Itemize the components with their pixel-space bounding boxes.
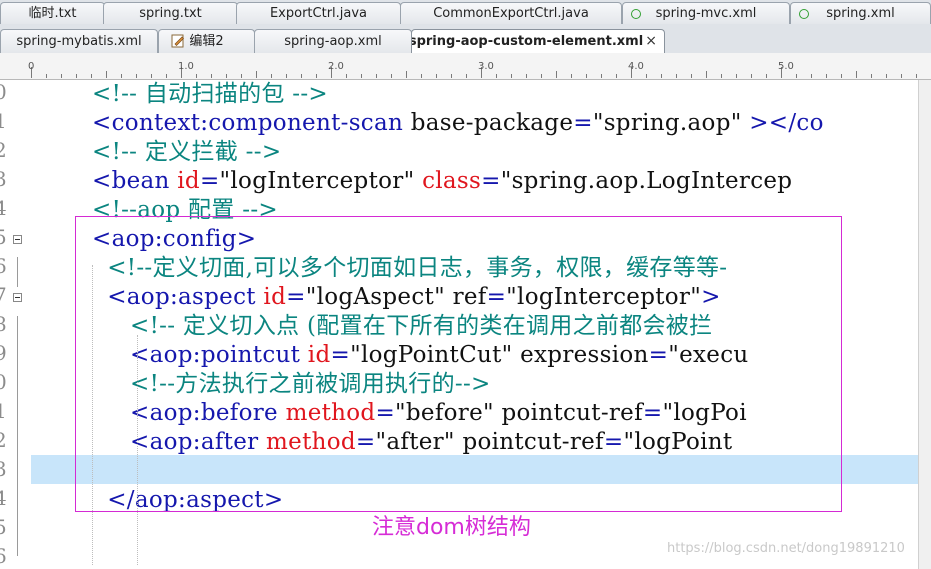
edit-icon xyxy=(171,34,184,48)
code-token-com: <!-- 自动扫描的包 --> xyxy=(92,81,328,107)
code-token-val: "logInterceptor" xyxy=(219,168,423,194)
tab-label: spring-mvc.xml xyxy=(655,6,757,21)
ruler-label: 5.0 xyxy=(778,61,794,72)
indent-guide xyxy=(137,335,138,565)
ruler-label: 2.0 xyxy=(328,61,344,72)
line-number: 4 xyxy=(0,486,7,510)
line-number: 5 xyxy=(0,515,7,539)
code-editor[interactable]: 01234567890123456 <!-- 自动扫描的包 --> <contex… xyxy=(0,80,931,569)
tab-row1-1[interactable]: 临时.txt xyxy=(0,2,105,24)
annotation-note: 注意dom树结构 xyxy=(372,515,531,540)
ruler-label: 4.0 xyxy=(628,61,644,72)
tab-bar-row-1: 临时.txt spring.txt ExportCtrl.java CommonExp… xyxy=(0,0,931,27)
tab-row2-3[interactable]: spring-aop.xml xyxy=(254,29,412,53)
code-token-attr: class xyxy=(422,168,482,194)
tab-row1-3[interactable]: ExportCtrl.java xyxy=(236,2,401,24)
code-token-attr: id xyxy=(177,168,200,194)
line-number: 0 xyxy=(0,80,7,104)
tab-label: spring-aop-custom-element.xml xyxy=(411,34,644,49)
tab-row1-2[interactable]: spring.txt xyxy=(103,2,238,24)
line-number: 1 xyxy=(0,399,7,423)
code-token-tag: = xyxy=(481,168,501,194)
code-line: <!-- 定义拦截 --> xyxy=(92,138,281,167)
line-number: 8 xyxy=(0,312,7,336)
code-token-tag: ></co xyxy=(749,110,824,136)
code-token-tag: = xyxy=(573,110,593,136)
code-token-val: "spring.aop" xyxy=(592,110,750,136)
line-number: 9 xyxy=(0,341,7,365)
line-number-gutter: 0 1 2 3 4 5 6 7 8 9 0 1 2 3 4 5 6 xyxy=(0,80,22,569)
fold-toggle-icon[interactable] xyxy=(13,293,22,302)
line-number: 3 xyxy=(0,457,7,481)
tab-bar-row-2: spring-mybatis.xml 编辑2 spring-aop.xml sprin… xyxy=(0,26,931,54)
tab-row1-4[interactable]: CommonExportCtrl.java xyxy=(400,2,622,24)
ruler-label: 1.0 xyxy=(178,61,194,72)
indent-guide xyxy=(92,265,93,565)
line-number: 0 xyxy=(0,370,7,394)
line-number: 1 xyxy=(0,109,7,133)
line-number: 2 xyxy=(0,428,7,452)
tab-row1-5[interactable]: spring-mvc.xml xyxy=(622,2,790,24)
line-number: 6 xyxy=(0,544,7,568)
tab-row1-6[interactable]: spring.xml xyxy=(790,2,931,24)
tab-label: spring.xml xyxy=(826,6,895,21)
line-number: 5 xyxy=(0,225,7,249)
ruler-label: 3.0 xyxy=(478,61,494,72)
tab-label: 编辑2 xyxy=(189,34,224,49)
watermark: https://blog.csdn.net/dong19891210 xyxy=(667,541,905,556)
line-number: 3 xyxy=(0,167,7,191)
line-number: 4 xyxy=(0,196,7,220)
tab-label: 临时.txt xyxy=(28,6,77,21)
ruler-label: 0 xyxy=(28,61,35,72)
fold-toggle-icon[interactable] xyxy=(13,235,22,244)
circle-icon xyxy=(631,9,641,19)
circle-icon xyxy=(799,9,809,19)
tab-row2-1[interactable]: spring-mybatis.xml xyxy=(0,29,158,53)
line-number: 7 xyxy=(0,283,7,307)
code-token-tag: <bean xyxy=(92,168,178,194)
tab-label: CommonExportCtrl.java xyxy=(433,6,589,21)
close-tab-button[interactable]: × xyxy=(645,30,657,53)
code-token-tag: = xyxy=(199,168,220,194)
tab-row2-2[interactable]: 编辑2 xyxy=(158,29,255,53)
code-line: <!-- 自动扫描的包 --> xyxy=(92,80,328,109)
vertical-scrollbar[interactable] xyxy=(918,80,931,569)
ruler: 0 1.0 2.0 3.0 4.0 5.0 xyxy=(0,53,931,80)
code-line: <context:component-scan base-package="sp… xyxy=(92,109,824,138)
line-number: 2 xyxy=(0,138,7,162)
fold-guide-line xyxy=(17,257,18,287)
tab-row2-4[interactable]: spring-aop-custom-element.xml × xyxy=(411,29,665,53)
code-token-tag: <context:component-scan xyxy=(92,110,411,136)
tab-label: spring-mybatis.xml xyxy=(16,34,142,49)
code-token-val: "spring.aop.LogIntercep xyxy=(500,168,793,194)
code-line: <bean id="logInterceptor" class="spring.… xyxy=(92,167,792,196)
tab-label: spring-aop.xml xyxy=(284,34,382,49)
annotation-box xyxy=(75,216,842,512)
code-token-com: <!-- 定义拦截 --> xyxy=(92,139,282,165)
fold-guide-line xyxy=(17,316,18,556)
tab-label: spring.txt xyxy=(139,6,202,21)
line-number: 6 xyxy=(0,254,7,278)
code-token-txt: base-package xyxy=(410,110,574,136)
tab-label: ExportCtrl.java xyxy=(269,6,368,21)
